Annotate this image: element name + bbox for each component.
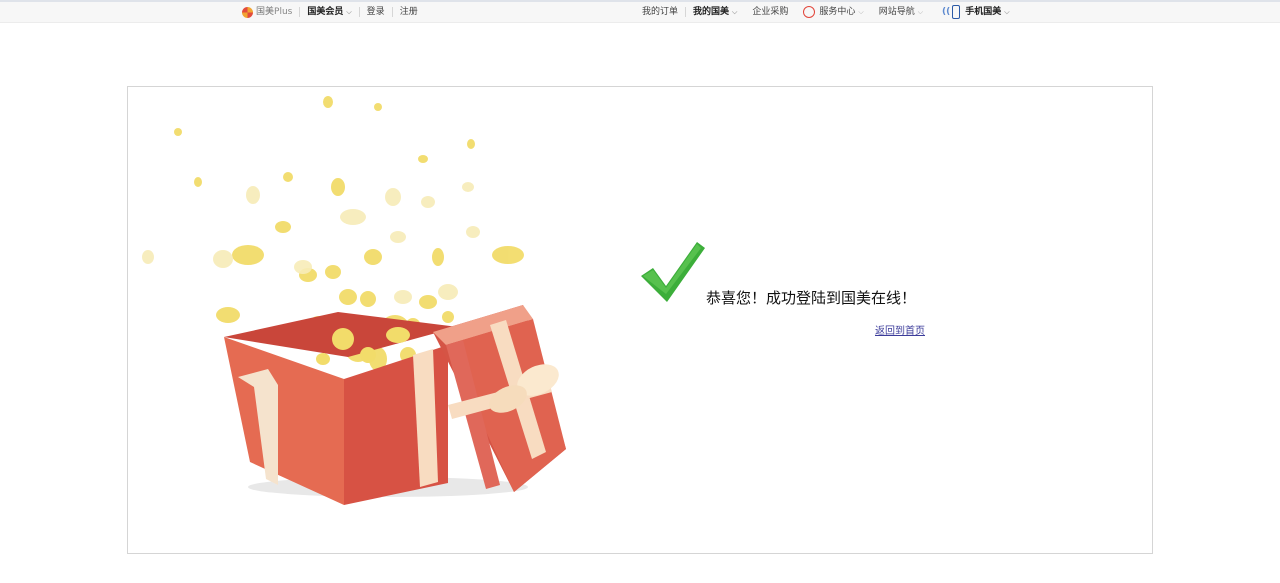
- divider: [871, 7, 872, 17]
- my-gome-label: 我的国美: [693, 7, 730, 17]
- return-home-link[interactable]: 返回到首页: [875, 322, 925, 337]
- chevron-down-icon: ⌵: [917, 8, 924, 16]
- register-link[interactable]: 注册: [400, 2, 418, 22]
- my-orders-link[interactable]: 我的订单: [642, 2, 678, 22]
- my-gome-menu[interactable]: 我的国美 ⌵: [693, 2, 737, 22]
- divider: [299, 7, 301, 17]
- gome-plus-link[interactable]: 国美 Plus: [242, 2, 292, 22]
- divider: [358, 7, 360, 17]
- divider: [932, 7, 933, 17]
- plus-brand-text: 国美: [256, 7, 275, 17]
- enterprise-purchase-link[interactable]: 企业采购: [752, 2, 788, 22]
- mobile-label: 手机国美: [965, 7, 1002, 17]
- divider: [744, 7, 745, 17]
- chevron-down-icon: ⌵: [346, 8, 352, 16]
- top-navigation-bar: 国美 Plus 国美会员 ⌵ 登录 注册 我的订单 我的国美 ⌵ 企业采购 服务中…: [0, 0, 1280, 23]
- success-message: 恭喜您！成功登陆到国美在线！: [706, 289, 917, 307]
- site-nav-label: 网站导航: [878, 7, 915, 17]
- service-icon: [803, 6, 816, 18]
- phone-icon: [952, 5, 961, 19]
- checkmark-icon: [641, 242, 705, 302]
- topbar-right: 我的订单 我的国美 ⌵ 企业采购 服务中心 ⌵ 网站导航 ⌵ (( 手机国美 ⌵: [642, 2, 1010, 22]
- divider: [391, 7, 393, 17]
- service-label: 服务中心: [819, 7, 856, 17]
- member-menu[interactable]: 国美会员 ⌵: [307, 2, 351, 22]
- signal-icon: ((: [942, 7, 951, 17]
- topbar-left: 国美 Plus 国美会员 ⌵ 登录 注册: [242, 2, 418, 22]
- plus-suffix-text: Plus: [274, 7, 293, 17]
- chevron-down-icon: ⌵: [1004, 8, 1010, 16]
- member-label: 国美会员: [307, 7, 344, 17]
- chevron-down-icon: ⌵: [732, 8, 738, 16]
- mobile-gome-menu[interactable]: (( 手机国美 ⌵: [942, 2, 1010, 22]
- chevron-down-icon: ⌵: [858, 8, 864, 16]
- site-nav-menu[interactable]: 网站导航 ⌵: [879, 2, 923, 22]
- plus-logo-icon: [242, 6, 253, 18]
- divider: [685, 7, 687, 17]
- service-center-menu[interactable]: 服务中心 ⌵: [803, 2, 864, 22]
- gift-box-illustration: [142, 96, 566, 505]
- login-success-panel: [127, 86, 1153, 554]
- login-link[interactable]: 登录: [367, 2, 385, 22]
- divider: [795, 7, 796, 17]
